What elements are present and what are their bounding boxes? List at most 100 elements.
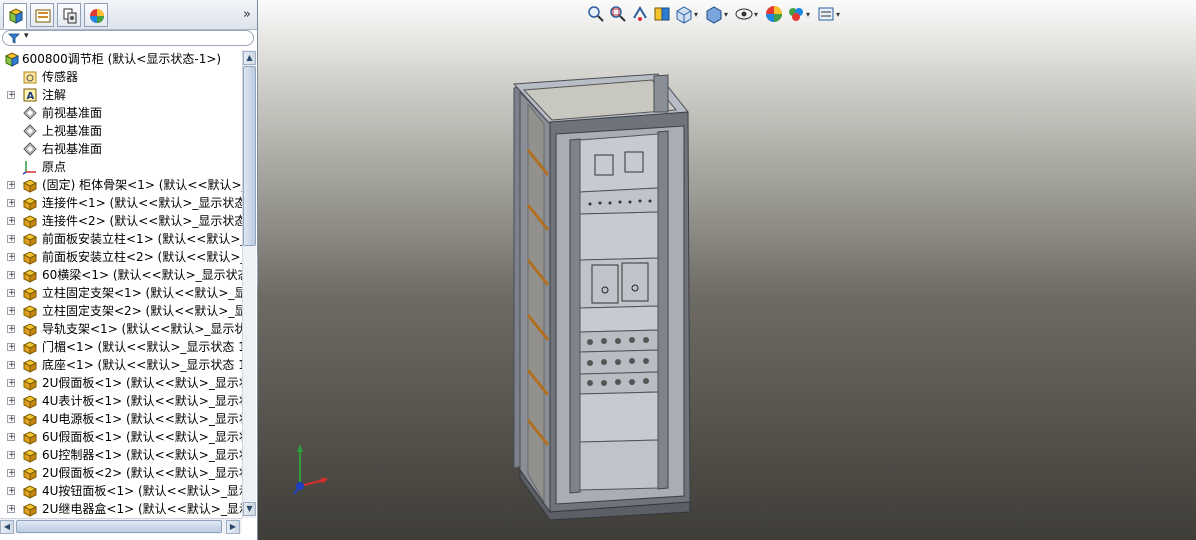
expand-toggle-icon[interactable]: +: [7, 253, 16, 262]
expand-toggle-icon[interactable]: +: [7, 505, 16, 514]
tree-item-label: 6U假面板<1> (默认<<默认>_显示状态: [42, 430, 242, 444]
tree-item-label: 4U按钮面板<1> (默认<<默认>_显示状: [42, 484, 242, 498]
tree-item[interactable]: +4U按钮面板<1> (默认<<默认>_显示状: [0, 482, 242, 500]
property-manager-icon: [35, 9, 51, 23]
tree-item[interactable]: + 连接件<1> (默认<<默认>_显示状态 1: [0, 194, 242, 212]
tree-item-label: 6U控制器<1> (默认<<默认>_显示状态: [42, 448, 242, 462]
tree-item[interactable]: +4U电源板<1> (默认<<默认>_显示状态: [0, 410, 242, 428]
subassembly-icon: [22, 195, 38, 211]
expand-toggle-icon[interactable]: +: [7, 361, 16, 370]
subassembly-icon: [22, 285, 38, 301]
scroll-up-button[interactable]: ▲: [243, 51, 256, 65]
expand-toggle-icon[interactable]: +: [7, 415, 16, 424]
tree-item[interactable]: + 立柱固定支架<2> (默认<<默认>_显示: [0, 302, 242, 320]
tree-item[interactable]: + 前面板安装立柱<2> (默认<<默认>_显: [0, 248, 242, 266]
expand-toggle-icon[interactable]: +: [7, 343, 16, 352]
tree-filter[interactable]: ▾: [2, 30, 254, 46]
expand-toggle-icon[interactable]: +: [7, 307, 16, 316]
expand-toggle-icon[interactable]: +: [7, 271, 16, 280]
subassembly-icon: [22, 357, 38, 373]
tree-item[interactable]: + A 注解: [0, 86, 242, 104]
tree-item[interactable]: +4U表计板<1> (默认<<默认>_显示状态: [0, 392, 242, 410]
expand-toggle-icon[interactable]: +: [7, 451, 16, 460]
horizontal-scrollbar-thumb[interactable]: [16, 520, 222, 533]
expand-toggle-icon[interactable]: +: [7, 487, 16, 496]
plane-icon: [22, 105, 38, 121]
configurationmanager-tab[interactable]: [57, 3, 81, 27]
tree-item[interactable]: 传感器: [0, 68, 242, 86]
assembly-icon: [4, 51, 20, 67]
tree-item[interactable]: + 连接件<2> (默认<<默认>_显示状态 1: [0, 212, 242, 230]
tree-item-label: 4U电源板<1> (默认<<默认>_显示状态: [42, 412, 242, 426]
tree-item-label: 4U表计板<1> (默认<<默认>_显示状态: [42, 394, 242, 408]
svg-text:A: A: [27, 91, 35, 102]
tree-item-label: 底座<1> (默认<<默认>_显示状态 1>): [42, 358, 242, 372]
tree-item[interactable]: + 立柱固定支架<1> (默认<<默认>_显示: [0, 284, 242, 302]
view-triad: [288, 440, 328, 503]
propertymanager-tab[interactable]: [30, 3, 54, 27]
tree-item-label: 注解: [42, 88, 67, 102]
featuremanager-tab[interactable]: [3, 3, 27, 29]
expand-toggle-icon[interactable]: +: [7, 397, 16, 406]
tree-item[interactable]: + (固定) 柜体骨架<1> (默认<<默认>_显: [0, 176, 242, 194]
subassembly-icon: [22, 303, 38, 319]
subassembly-icon: [22, 501, 38, 517]
expand-toggle-icon[interactable]: +: [7, 379, 16, 388]
tree-item[interactable]: + 门楣<1> (默认<<默认>_显示状态 1>): [0, 338, 242, 356]
configuration-manager-icon: [63, 8, 77, 24]
tree-item-label: 前面板安装立柱<2> (默认<<默认>_显: [42, 250, 242, 264]
tree-item[interactable]: 原点: [0, 158, 242, 176]
tree-item-label: 600800调节柜 (默认<显示状态-1>): [22, 52, 222, 66]
tree-item[interactable]: +60横梁<1> (默认<<默认>_显示状态 1: [0, 266, 242, 284]
tree-item[interactable]: 上视基准面: [0, 122, 242, 140]
tree-item[interactable]: +2U假面板<2> (默认<<默认>_显示状态: [0, 464, 242, 482]
tree-item[interactable]: +6U控制器<1> (默认<<默认>_显示状态: [0, 446, 242, 464]
tree-item[interactable]: + 导轨支架<1> (默认<<默认>_显示状态: [0, 320, 242, 338]
expand-toggle-icon[interactable]: +: [7, 199, 16, 208]
graphics-area[interactable]: ▾ ▾ ▾ ▾ ▾: [258, 0, 1196, 540]
sensors-folder-icon: [22, 69, 38, 85]
tree-item-label: 2U继电器盒<1> (默认<<默认>_显示状: [42, 502, 242, 516]
tree-item[interactable]: +2U继电器盒<1> (默认<<默认>_显示状: [0, 500, 242, 518]
expand-toggle-icon[interactable]: +: [7, 289, 16, 298]
subassembly-icon: [22, 339, 38, 355]
filter-dropdown-icon[interactable]: ▾: [24, 31, 29, 41]
expand-toggle-icon[interactable]: +: [7, 91, 16, 100]
expand-panel-icon[interactable]: »: [243, 7, 251, 22]
tree-vertical-scrollbar[interactable]: ▲ ▼: [242, 50, 256, 518]
scroll-left-button[interactable]: ◀: [0, 520, 14, 534]
tree-item[interactable]: + 前面板安装立柱<1> (默认<<默认>_显: [0, 230, 242, 248]
scroll-right-button[interactable]: ▶: [226, 520, 240, 534]
expand-toggle-icon[interactable]: +: [7, 235, 16, 244]
subassembly-icon: [22, 375, 38, 391]
tree-item-label: (固定) 柜体骨架<1> (默认<<默认>_显: [42, 178, 242, 192]
subassembly-icon: [22, 249, 38, 265]
tree-item[interactable]: +2U假面板<1> (默认<<默认>_显示状态: [0, 374, 242, 392]
cabinet-model[interactable]: [258, 0, 1196, 540]
annotations-icon: A: [22, 87, 38, 103]
tree-item[interactable]: + 底座<1> (默认<<默认>_显示状态 1>): [0, 356, 242, 374]
expand-toggle-icon[interactable]: +: [7, 181, 16, 190]
subassembly-icon: [22, 393, 38, 409]
tree-item[interactable]: 600800调节柜 (默认<显示状态-1>): [0, 50, 242, 68]
expand-toggle-icon[interactable]: +: [7, 469, 16, 478]
scrollbar-thumb[interactable]: [243, 66, 256, 246]
tree-item-label: 门楣<1> (默认<<默认>_显示状态 1>): [42, 340, 242, 354]
scroll-down-button[interactable]: ▼: [243, 502, 256, 516]
tree-item[interactable]: +6U假面板<1> (默认<<默认>_显示状态: [0, 428, 242, 446]
displaymanager-tab[interactable]: [84, 3, 108, 27]
subassembly-icon: [22, 267, 38, 283]
expand-toggle-icon[interactable]: +: [7, 217, 16, 226]
tree-item[interactable]: 右视基准面: [0, 140, 242, 158]
tree-item[interactable]: 前视基准面: [0, 104, 242, 122]
filter-icon: [8, 33, 20, 44]
feature-manager-panel: » ▾ 600800调节柜 (默认<显示状态-1>) 传感器 + A 注解前视基准面上视…: [0, 0, 258, 540]
subassembly-icon: [22, 465, 38, 481]
origin-icon: [22, 159, 38, 175]
tree-horizontal-scrollbar[interactable]: ◀ ▶: [0, 518, 242, 534]
expand-toggle-icon[interactable]: +: [7, 433, 16, 442]
subassembly-icon: [22, 177, 38, 193]
expand-toggle-icon[interactable]: +: [7, 325, 16, 334]
subassembly-icon: [22, 447, 38, 463]
tree-item-label: 前视基准面: [42, 106, 103, 120]
